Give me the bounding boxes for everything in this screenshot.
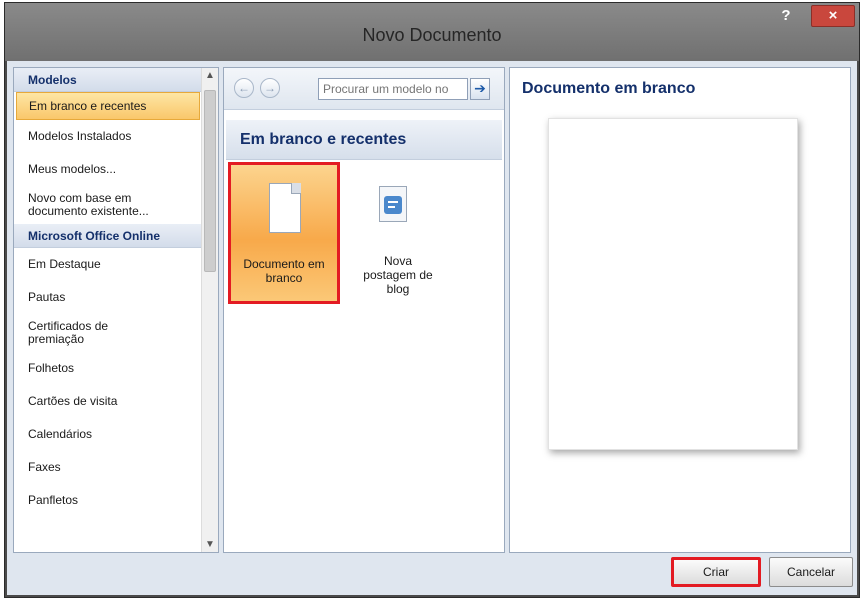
preview-page-thumbnail [548,118,798,450]
title-bar: Novo Documento ? × [5,3,859,61]
create-button[interactable]: Criar [671,557,761,587]
category-list: Modelos Em branco e recentes Modelos Ins… [14,68,202,552]
back-button[interactable]: ← [234,78,254,98]
category-item-label: Calendários [28,427,93,441]
category-item-label: Certificados de premiação [28,319,109,346]
category-item-label: Panfletos [28,493,79,507]
category-header-modelos: Modelos [14,68,202,92]
category-item-label: Em branco e recentes [29,98,147,113]
category-item-cartoes-de-visita[interactable]: Cartões de visita [14,385,202,418]
category-scrollbar[interactable]: ▲ ▼ [201,68,218,552]
forward-button[interactable]: → [260,78,280,98]
blog-badge-icon [384,196,402,214]
help-button[interactable]: ? [773,5,799,27]
category-item-em-branco[interactable]: Em branco e recentes [16,92,200,120]
cancel-button[interactable]: Cancelar [769,557,853,587]
template-tile-label: Nova postagem de blog [363,254,433,296]
category-item-panfletos[interactable]: Panfletos [14,484,202,517]
category-item-folhetos[interactable]: Folhetos [14,352,202,385]
category-item-em-destaque[interactable]: Em Destaque [14,248,202,281]
category-item-label: Modelos Instalados [28,129,132,143]
category-item-calendarios[interactable]: Calendários [14,418,202,451]
template-tile-blog-post[interactable]: Nova postagem de blog [342,162,454,304]
category-item-label: Cartões de visita [28,394,118,408]
category-item-label: Meus modelos... [28,162,117,176]
preview-panel: Documento em branco [509,67,851,553]
templates-category-panel: Modelos Em branco e recentes Modelos Ins… [13,67,219,553]
category-item-meus-modelos[interactable]: Meus modelos... [14,153,202,186]
search-go-arrow-icon[interactable]: ➔ [470,78,490,100]
category-item-faxes[interactable]: Faxes [14,451,202,484]
scroll-up-arrow-icon[interactable]: ▲ [202,70,218,81]
templates-panel: ← → ➔ Em branco e recentes Documento em … [223,67,505,553]
section-heading: Em branco e recentes [226,120,502,160]
template-tile-blank-document[interactable]: Documento em branco [228,162,340,304]
template-tile-label: Documento em branco [243,257,325,285]
template-search-input[interactable] [318,78,468,100]
dialog-body: Modelos Em branco e recentes Modelos Ins… [7,61,857,595]
scrollbar-thumb[interactable] [204,90,216,272]
category-item-pautas[interactable]: Pautas [14,281,202,314]
category-item-label: Novo com base em documento existente... [28,191,149,218]
templates-toolbar: ← → ➔ [224,68,504,110]
category-item-certificados[interactable]: Certificados de premiação [14,314,202,352]
category-item-novo-com-base[interactable]: Novo com base em documento existente... [14,186,202,224]
close-button[interactable]: × [811,5,855,27]
category-item-modelos-instalados[interactable]: Modelos Instalados [14,120,202,153]
preview-title: Documento em branco [522,80,696,97]
category-header-office-online: Microsoft Office Online [14,224,202,248]
category-item-label: Pautas [28,290,66,304]
scroll-down-arrow-icon[interactable]: ▼ [202,539,218,550]
blog-badge-line [388,201,398,203]
category-item-label: Faxes [28,460,61,474]
category-item-label: Em Destaque [28,257,101,271]
dialog-title: Novo Documento [362,25,502,45]
category-item-label: Folhetos [28,361,75,375]
dialog-window: Novo Documento ? × Modelos Em branco e r… [4,2,860,598]
page-fold-icon [291,183,301,194]
blog-badge-line [388,206,395,208]
